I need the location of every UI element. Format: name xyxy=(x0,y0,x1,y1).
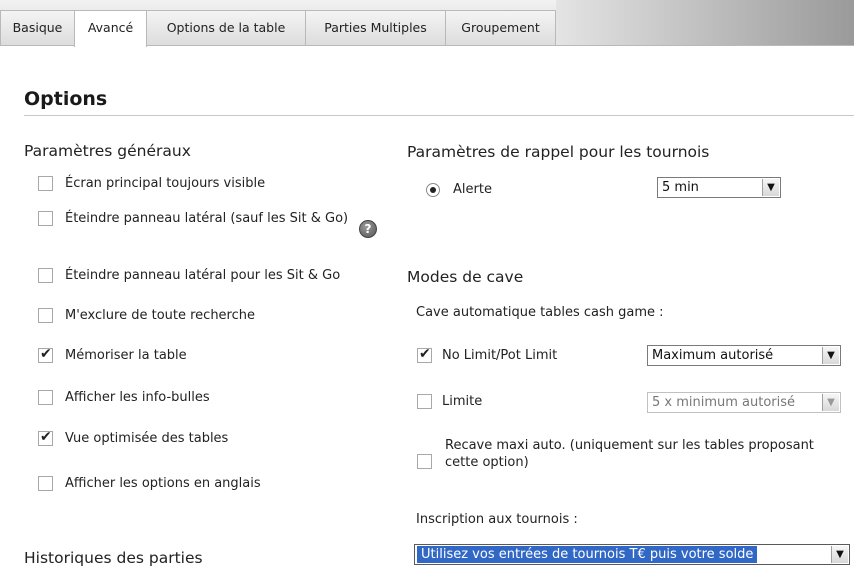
checkbox[interactable] xyxy=(38,476,53,491)
help-icon[interactable]: ? xyxy=(359,220,377,238)
auto-buyin-label: Cave automatique tables cash game : xyxy=(416,305,664,320)
option-label: M'exclure de toute recherche xyxy=(65,308,255,323)
option-show-tooltips[interactable]: Afficher les info-bulles xyxy=(38,389,210,406)
option-label: Limite xyxy=(442,394,483,409)
option-limit[interactable]: Limite xyxy=(417,393,482,410)
option-exclude-search[interactable]: M'exclure de toute recherche xyxy=(38,307,255,324)
chevron-down-icon[interactable]: ▼ xyxy=(762,179,779,196)
tab-basique[interactable]: Basique xyxy=(0,10,75,46)
checkbox[interactable] xyxy=(38,308,53,323)
option-english[interactable]: Afficher les options en anglais xyxy=(38,475,261,492)
option-label: Recave maxi auto. (uniquement sur les ta… xyxy=(445,438,814,470)
tab-bar-background xyxy=(556,0,854,46)
checkbox[interactable] xyxy=(38,429,53,446)
options-window: Basique Avancé Options de la table Parti… xyxy=(0,0,854,575)
reminder-heading: Paramètres de rappel pour les tournois xyxy=(407,143,710,161)
option-no-limit[interactable]: No Limit/Pot Limit xyxy=(417,346,558,364)
alert-label: Alerte xyxy=(453,182,492,197)
option-auto-rebuy[interactable]: Recave maxi auto. (uniquement sur les ta… xyxy=(417,437,815,471)
select-value: 5 min xyxy=(662,180,699,195)
option-remember-table[interactable]: Mémoriser la table xyxy=(38,346,187,364)
checkbox[interactable] xyxy=(417,346,432,363)
page-title: Options xyxy=(24,88,108,110)
select-value: Utilisez vos entrées de tournois T€ puis… xyxy=(417,546,758,563)
tab-bar: Basique Avancé Options de la table Parti… xyxy=(0,0,854,47)
checkbox[interactable] xyxy=(417,394,432,409)
reminder-time-select[interactable]: 5 min ▼ xyxy=(657,177,781,198)
alert-radio[interactable] xyxy=(426,182,440,197)
tournament-registration-select[interactable]: Utilisez vos entrées de tournois T€ puis… xyxy=(414,544,850,565)
checkbox[interactable] xyxy=(38,211,53,226)
limit-buyin-select[interactable]: 5 x minimum autorisé ▼ xyxy=(647,392,841,413)
checkbox[interactable] xyxy=(417,454,432,469)
no-limit-buyin-select[interactable]: Maximum autorisé ▼ xyxy=(647,345,841,366)
history-heading: Historiques des parties xyxy=(24,549,203,567)
option-hide-side-panel[interactable]: Éteindre panneau latéral (sauf les Sit &… xyxy=(38,210,365,227)
option-label: Mémoriser la table xyxy=(65,348,187,363)
checkbox[interactable] xyxy=(38,346,53,363)
option-main-screen-visible[interactable]: Écran principal toujours visible xyxy=(38,175,265,192)
option-optimized-view[interactable]: Vue optimisée des tables xyxy=(38,429,229,447)
tab-parties-multiples[interactable]: Parties Multiples xyxy=(305,10,446,46)
option-hide-side-panel-sng[interactable]: Éteindre panneau latéral pour les Sit & … xyxy=(38,267,340,284)
tournament-registration-label: Inscription aux tournois : xyxy=(416,512,578,527)
chevron-down-icon[interactable]: ▼ xyxy=(831,546,848,563)
select-value: Maximum autorisé xyxy=(652,348,774,363)
reminder-alert-radio-row[interactable]: Alerte xyxy=(426,181,492,198)
general-settings-heading: Paramètres généraux xyxy=(24,142,191,160)
tab-avance[interactable]: Avancé xyxy=(74,10,147,47)
option-label: Éteindre panneau latéral pour les Sit & … xyxy=(65,268,341,283)
chevron-down-icon[interactable]: ▼ xyxy=(822,394,839,411)
tab-options-de-la-table[interactable]: Options de la table xyxy=(146,10,306,46)
checkbox[interactable] xyxy=(38,390,53,405)
option-label: No Limit/Pot Limit xyxy=(442,348,558,363)
option-label: Vue optimisée des tables xyxy=(65,431,229,446)
checkbox[interactable] xyxy=(38,268,53,283)
option-label: Écran principal toujours visible xyxy=(65,176,266,191)
buyin-heading: Modes de cave xyxy=(407,268,524,286)
option-label: Éteindre panneau latéral (sauf les Sit &… xyxy=(65,211,349,226)
tab-groupement[interactable]: Groupement xyxy=(445,10,556,46)
select-value: 5 x minimum autorisé xyxy=(652,395,796,410)
option-label: Afficher les info-bulles xyxy=(65,390,210,405)
title-divider xyxy=(24,115,854,116)
option-label: Afficher les options en anglais xyxy=(65,476,261,491)
chevron-down-icon[interactable]: ▼ xyxy=(822,347,839,364)
checkbox[interactable] xyxy=(38,176,53,191)
